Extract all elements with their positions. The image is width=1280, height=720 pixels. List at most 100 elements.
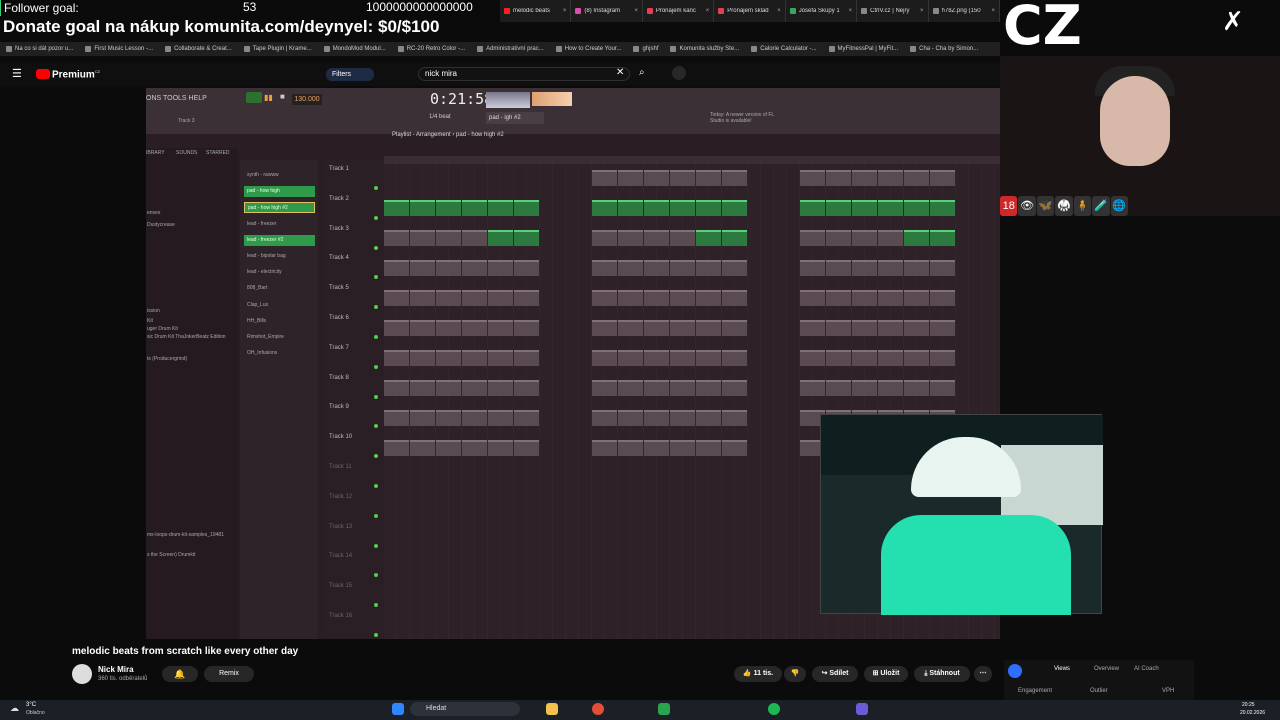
pattern-clip[interactable] bbox=[618, 260, 643, 276]
pattern-clip[interactable] bbox=[878, 320, 903, 336]
fl-menu[interactable]: ONS TOOLS HELP bbox=[146, 95, 207, 102]
pattern-clip[interactable] bbox=[618, 440, 643, 456]
tab-close-icon[interactable]: × bbox=[920, 8, 924, 14]
bookmark-item[interactable]: RC-20 Retro Color -... bbox=[397, 46, 465, 52]
track-header[interactable]: Track 3 bbox=[329, 226, 349, 232]
track-header[interactable]: Track 1 bbox=[329, 166, 349, 172]
browser-item[interactable]: s the Screen) Drumkit bbox=[146, 552, 195, 558]
pattern-clip[interactable] bbox=[644, 410, 669, 426]
voice-search-icon[interactable] bbox=[672, 66, 686, 80]
pattern-item[interactable]: lead - freezer #2 bbox=[244, 234, 315, 246]
pattern-clip[interactable] bbox=[670, 320, 695, 336]
pattern-clip[interactable] bbox=[878, 200, 903, 216]
browser-tab-starred[interactable]: STARRED bbox=[206, 150, 230, 156]
pattern-item[interactable]: synth - rawww bbox=[244, 170, 315, 181]
pattern-clip[interactable] bbox=[878, 170, 903, 186]
pattern-item[interactable]: lead - electricity bbox=[244, 267, 315, 278]
file-explorer-icon[interactable] bbox=[546, 703, 558, 715]
pattern-clip[interactable] bbox=[878, 380, 903, 396]
pattern-clip[interactable] bbox=[904, 290, 929, 306]
browser-tab[interactable]: Josefa Skupy 1 × bbox=[786, 0, 858, 22]
like-button[interactable]: 👍 11 tis. bbox=[734, 666, 782, 682]
stop-icon[interactable]: ■ bbox=[280, 92, 285, 101]
browser-item[interactable]: ms-loops-drum-kit-samples_19481 bbox=[146, 532, 224, 538]
pattern-clip[interactable] bbox=[852, 170, 877, 186]
pattern-clip[interactable] bbox=[800, 290, 825, 306]
youtube-premium[interactable]: PremiumCZ bbox=[52, 69, 100, 80]
track-led-icon[interactable] bbox=[374, 603, 378, 608]
panel-tab[interactable]: AI Coach bbox=[1134, 666, 1159, 672]
pattern-selector[interactable]: pad - igh #2 bbox=[486, 112, 544, 124]
bookmark-item[interactable]: MondoMod Modul... bbox=[323, 46, 386, 52]
panel-tab[interactable]: Views bbox=[1054, 666, 1070, 672]
pattern-clip[interactable] bbox=[618, 290, 643, 306]
bookmark-item[interactable]: ghjshf bbox=[633, 46, 658, 52]
track-led-icon[interactable] bbox=[374, 305, 378, 310]
pattern-clip[interactable] bbox=[514, 350, 539, 366]
pattern-clip[interactable] bbox=[592, 410, 617, 426]
pattern-item[interactable]: Rimshot_Empire bbox=[244, 332, 315, 343]
download-button[interactable]: ⤓ Stáhnout bbox=[914, 666, 970, 682]
search-input[interactable]: nick mira bbox=[418, 67, 630, 81]
pattern-clip[interactable] bbox=[644, 350, 669, 366]
pattern-clip[interactable] bbox=[904, 260, 929, 276]
pattern-clip[interactable] bbox=[410, 200, 435, 216]
filters-button[interactable]: Filters bbox=[326, 68, 374, 81]
excel-icon[interactable] bbox=[658, 703, 670, 715]
pattern-clip[interactable] bbox=[800, 170, 825, 186]
pattern-clip[interactable] bbox=[410, 410, 435, 426]
pattern-clip[interactable] bbox=[670, 230, 695, 246]
pattern-clip[interactable] bbox=[436, 380, 461, 396]
pattern-clip[interactable] bbox=[930, 320, 955, 336]
pattern-clip[interactable] bbox=[592, 260, 617, 276]
pattern-clip[interactable] bbox=[904, 380, 929, 396]
pattern-clip[interactable] bbox=[384, 350, 409, 366]
pattern-clip[interactable] bbox=[670, 290, 695, 306]
pattern-clip[interactable] bbox=[618, 170, 643, 186]
pattern-clip[interactable] bbox=[644, 290, 669, 306]
pattern-clip[interactable] bbox=[644, 440, 669, 456]
pattern-clip[interactable] bbox=[852, 260, 877, 276]
browser-tab[interactable]: (8) Instagram × bbox=[571, 0, 643, 22]
pattern-clip[interactable] bbox=[722, 350, 747, 366]
browser-item[interactable]: ission bbox=[146, 308, 160, 314]
pattern-clip[interactable] bbox=[722, 410, 747, 426]
pattern-clip[interactable] bbox=[826, 380, 851, 396]
tab-close-icon[interactable]: × bbox=[849, 8, 853, 14]
pattern-clip[interactable] bbox=[800, 230, 825, 246]
pattern-clip[interactable] bbox=[514, 290, 539, 306]
pattern-clip[interactable] bbox=[930, 290, 955, 306]
pattern-clip[interactable] bbox=[696, 350, 721, 366]
pattern-clip[interactable] bbox=[852, 320, 877, 336]
pattern-clip[interactable] bbox=[618, 410, 643, 426]
pattern-clip[interactable] bbox=[618, 320, 643, 336]
bookmark-item[interactable]: Cha - Cha by Simon... bbox=[910, 46, 978, 52]
pattern-clip[interactable] bbox=[826, 290, 851, 306]
pattern-item[interactable]: Clap_Lux bbox=[244, 300, 315, 311]
pattern-clip[interactable] bbox=[930, 380, 955, 396]
pattern-clip[interactable] bbox=[904, 320, 929, 336]
track-header[interactable]: Track 14 bbox=[329, 553, 352, 559]
track-header[interactable]: Track 16 bbox=[329, 613, 352, 619]
pattern-clip[interactable] bbox=[904, 350, 929, 366]
track-led-icon[interactable] bbox=[374, 335, 378, 339]
pattern-clip[interactable] bbox=[800, 260, 825, 276]
pattern-clip[interactable] bbox=[410, 350, 435, 366]
bookmark-item[interactable]: Administrativní prac... bbox=[477, 46, 544, 52]
pattern-clip[interactable] bbox=[462, 200, 487, 216]
start-icon[interactable] bbox=[392, 703, 404, 715]
pattern-clip[interactable] bbox=[904, 170, 929, 186]
search-icon[interactable]: ⌕ bbox=[639, 67, 645, 78]
pattern-clip[interactable] bbox=[800, 350, 825, 366]
track-header[interactable]: Track 13 bbox=[329, 524, 352, 530]
pattern-clip[interactable] bbox=[826, 200, 851, 216]
pattern-clip[interactable] bbox=[384, 320, 409, 336]
pattern-clip[interactable] bbox=[904, 230, 929, 246]
track-header[interactable]: Track 10 bbox=[329, 434, 352, 440]
pattern-clip[interactable] bbox=[930, 200, 955, 216]
pattern-clip[interactable] bbox=[592, 200, 617, 216]
pattern-clip[interactable] bbox=[696, 170, 721, 186]
pattern-clip[interactable] bbox=[488, 320, 513, 336]
browser-item[interactable]: Dustycrease bbox=[146, 222, 175, 228]
bookmark-item[interactable]: Calorie Calculator -... bbox=[751, 46, 817, 52]
